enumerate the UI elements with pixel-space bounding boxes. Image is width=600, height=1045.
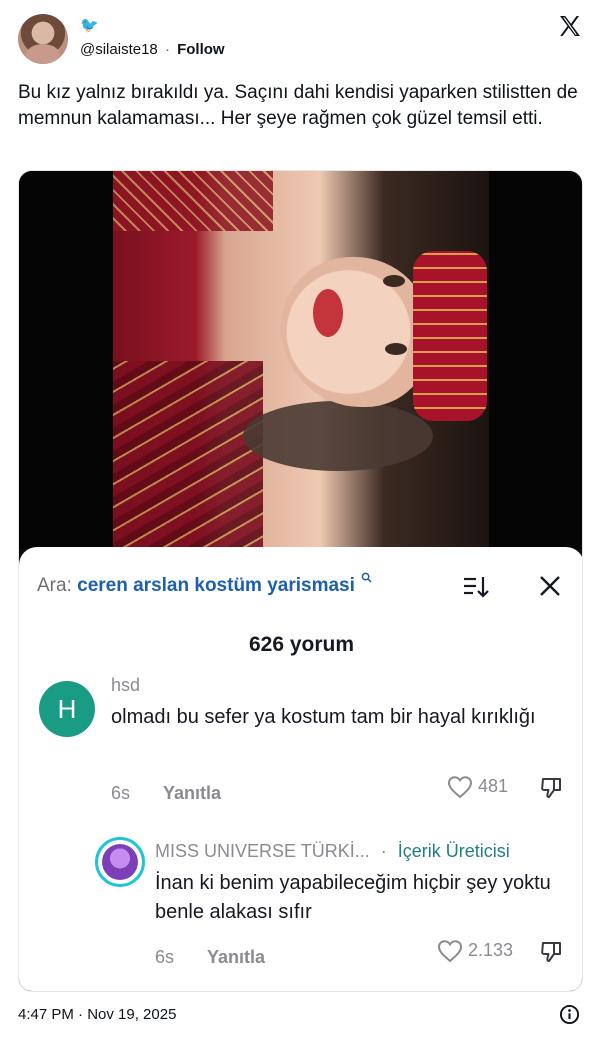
comment-username-row: MISS UNIVERSE TÜRKİ... · İçerik Üreticis… — [155, 841, 510, 862]
close-icon[interactable] — [539, 575, 561, 597]
comment-username[interactable]: MISS UNIVERSE TÜRKİ... — [155, 841, 370, 861]
follow-button[interactable]: Follow — [177, 41, 225, 58]
heart-icon[interactable] — [447, 775, 473, 799]
eye — [385, 343, 407, 355]
search-icon — [361, 572, 372, 583]
handle-row: @silaiste18 · Follow — [80, 41, 225, 59]
heart-icon[interactable] — [437, 939, 463, 963]
comment-age: 6s — [111, 783, 131, 803]
dress-embroidery-bottom — [113, 361, 263, 549]
separator-dot: · — [380, 841, 387, 861]
avatar-photo — [102, 844, 138, 880]
comment-username[interactable]: hsd — [111, 675, 140, 696]
user-handle[interactable]: @silaiste18 — [80, 41, 158, 58]
bird-emoji: 🐦 — [80, 17, 99, 34]
comment-avatar[interactable]: H — [39, 681, 95, 737]
x-logo-icon[interactable] — [558, 14, 582, 38]
comment-age: 6s — [155, 947, 175, 967]
eye — [383, 275, 405, 287]
face — [281, 257, 431, 407]
like-count: 2.133 — [468, 939, 514, 960]
tweet-text: Bu kız yalnız bırakıldı ya. Saçını dahi … — [18, 82, 578, 129]
like-count-row[interactable]: 2.133 — [437, 939, 513, 963]
tweet-header: 🐦 @silaiste18 · Follow — [18, 12, 584, 68]
tweet-timestamp[interactable]: 4:47 PM · Nov 19, 2025 — [18, 1006, 176, 1023]
comment-text: olmadı bu sefer ya kostum tam bir hayal … — [111, 706, 536, 728]
comment-meta: 6s Yanıtla — [111, 783, 221, 804]
like-count: 481 — [478, 775, 509, 796]
lips — [313, 289, 343, 337]
headdress — [413, 251, 487, 421]
sort-icon[interactable] — [463, 575, 491, 599]
hair — [243, 401, 433, 471]
separator-dot: · — [164, 41, 170, 58]
photo-subject — [113, 171, 489, 549]
reply-button[interactable]: Yanıtla — [207, 947, 265, 967]
comments-sheet: Ara: ceren arslan kostüm yarismasi 626 y… — [19, 547, 582, 991]
creator-badge: İçerik Üreticisi — [397, 841, 510, 861]
comment-meta: 6s Yanıtla — [155, 947, 265, 968]
search-label: Ara: — [37, 575, 72, 596]
avatar-letter: H — [57, 694, 77, 724]
user-avatar[interactable] — [18, 14, 68, 64]
reply-button[interactable]: Yanıtla — [163, 783, 221, 803]
comments-count: 626 yorum — [248, 633, 355, 656]
info-icon[interactable] — [559, 1004, 580, 1025]
costume-photo — [19, 171, 582, 549]
comment-text: İnan ki benim yapabileceğim hiçbir şey y… — [155, 872, 551, 923]
dislike-icon[interactable] — [539, 775, 565, 801]
search-query[interactable]: ceren arslan kostüm yarismasi — [77, 575, 355, 596]
dress-embroidery-top — [113, 171, 273, 231]
dislike-icon[interactable] — [539, 939, 565, 965]
comment-avatar[interactable] — [95, 837, 145, 887]
tweet-media[interactable]: Ara: ceren arslan kostüm yarismasi 626 y… — [18, 170, 583, 992]
like-count-row[interactable]: 481 — [447, 775, 508, 799]
